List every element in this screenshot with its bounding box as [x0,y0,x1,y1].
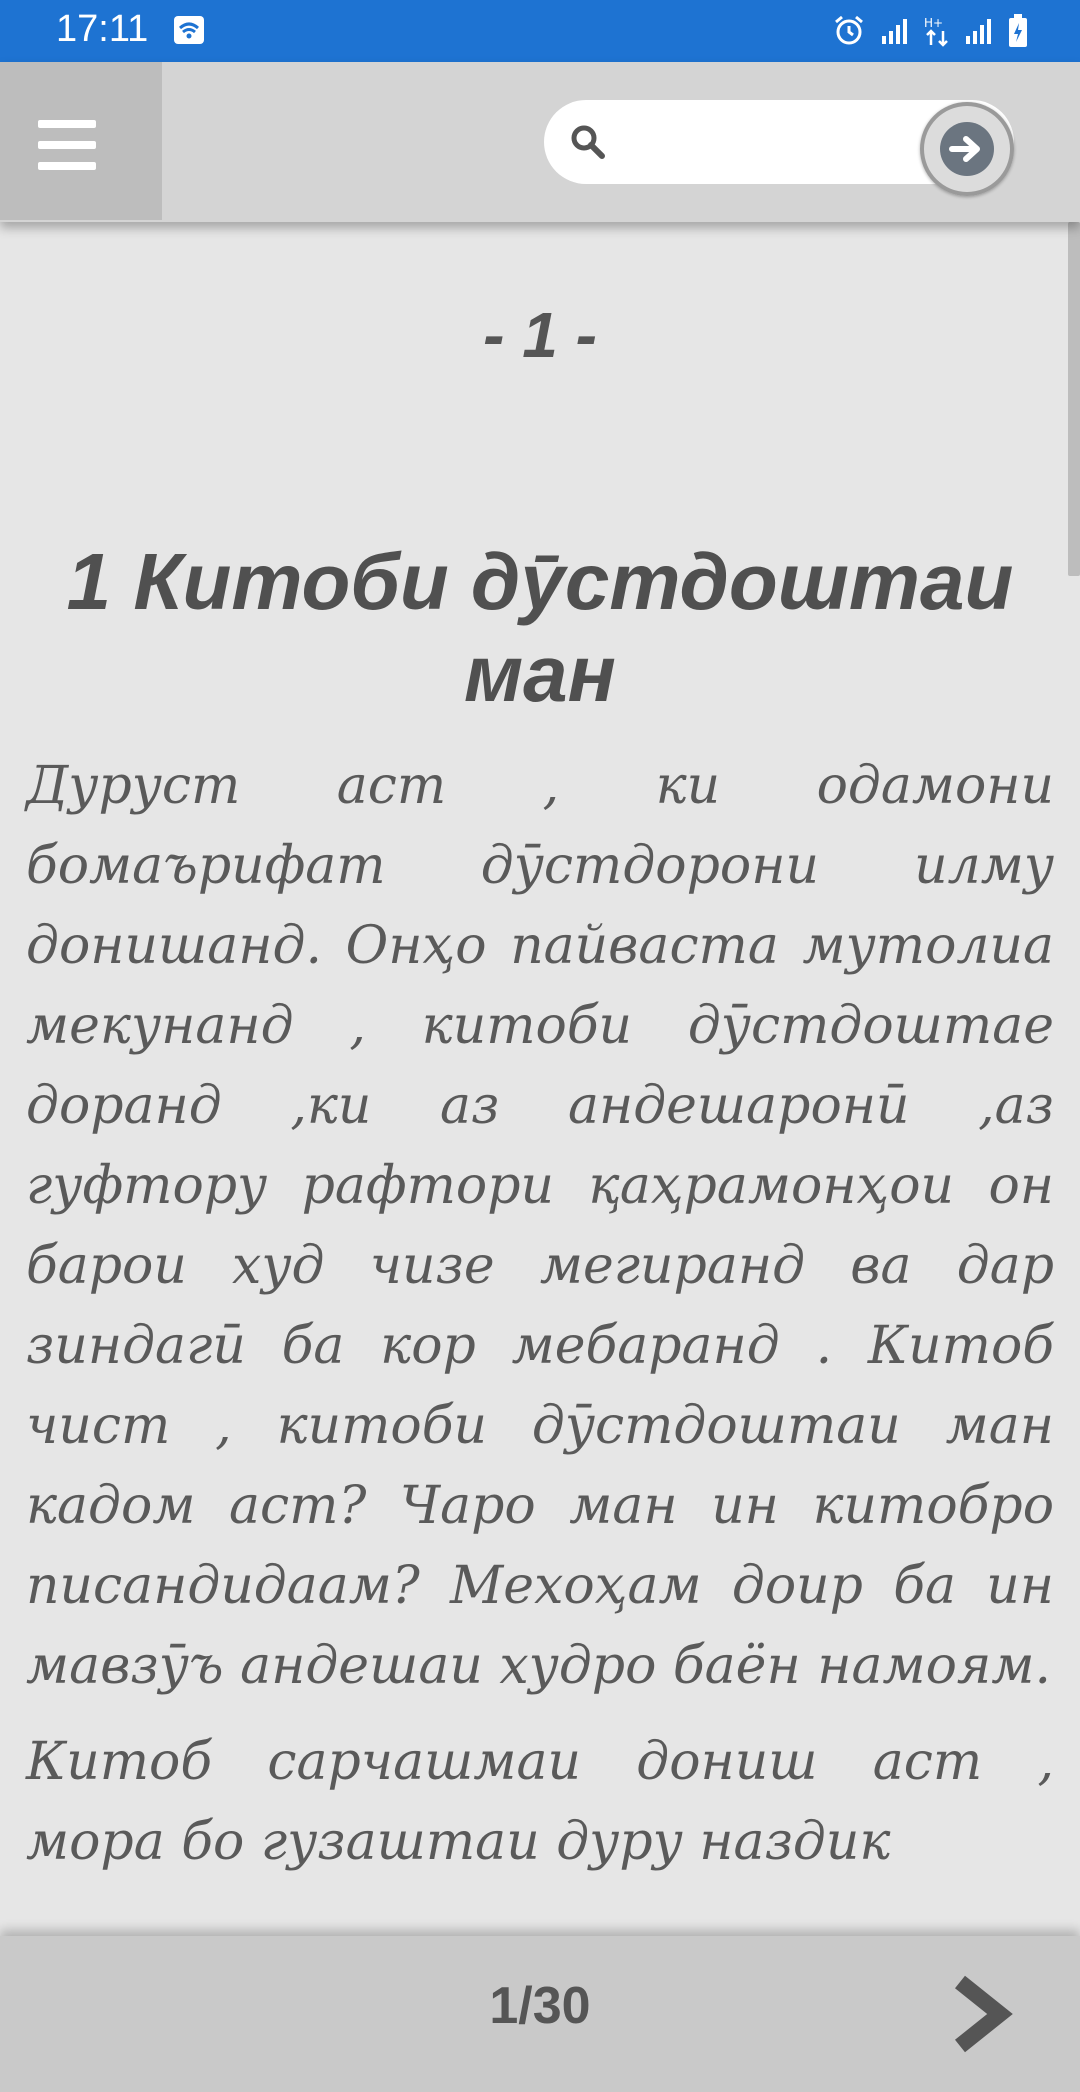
svg-text:H+: H+ [924,16,943,30]
status-time: 17:11 [56,8,149,50]
reader-content[interactable]: - 1 - 1 Китоби дӯстдоштаи ман Дуруст аст… [0,222,1080,1940]
arrow-right-circle-icon [940,122,994,176]
chapter-body: Дуруст аст , ки одамони бомаърифат дӯстд… [26,746,1054,1898]
data-transfer-icon: H+ [924,16,948,47]
signal-icon-2 [966,19,991,44]
chevron-right-icon [955,1975,1013,2053]
wifi-status-icon [174,16,204,44]
status-bar: 17:11 H+ [0,0,1080,62]
top-toolbar [0,62,1080,222]
status-icons: H+ [832,14,1028,48]
search-go-button[interactable] [920,102,1014,196]
alarm-icon [835,15,863,45]
next-page-button[interactable] [944,1966,1024,2062]
battery-icon [1009,14,1027,47]
chapter-title: 1 Китоби дӯстдоштаи ман [66,537,1014,718]
search-icon [571,125,605,159]
page-counter: 1/30 [489,1977,591,2035]
paragraph: Дуруст аст , ки одамони бомаърифат дӯстд… [26,756,1054,1696]
scrollbar-thumb[interactable] [1068,222,1080,576]
page-marker: - 1 - [483,299,597,371]
search-input[interactable] [624,112,928,174]
paragraph: Китоб сарчашмаи дониш аст , мора бо гуза… [26,1732,1054,1872]
menu-button[interactable] [0,62,162,220]
reader-app: 17:11 H+ - 1 - 1 Китоби дӯстдоштаи ман Д… [0,0,1080,2092]
signal-icon [882,19,907,44]
bottom-pager-bar: 1/30 [0,1936,1080,2092]
